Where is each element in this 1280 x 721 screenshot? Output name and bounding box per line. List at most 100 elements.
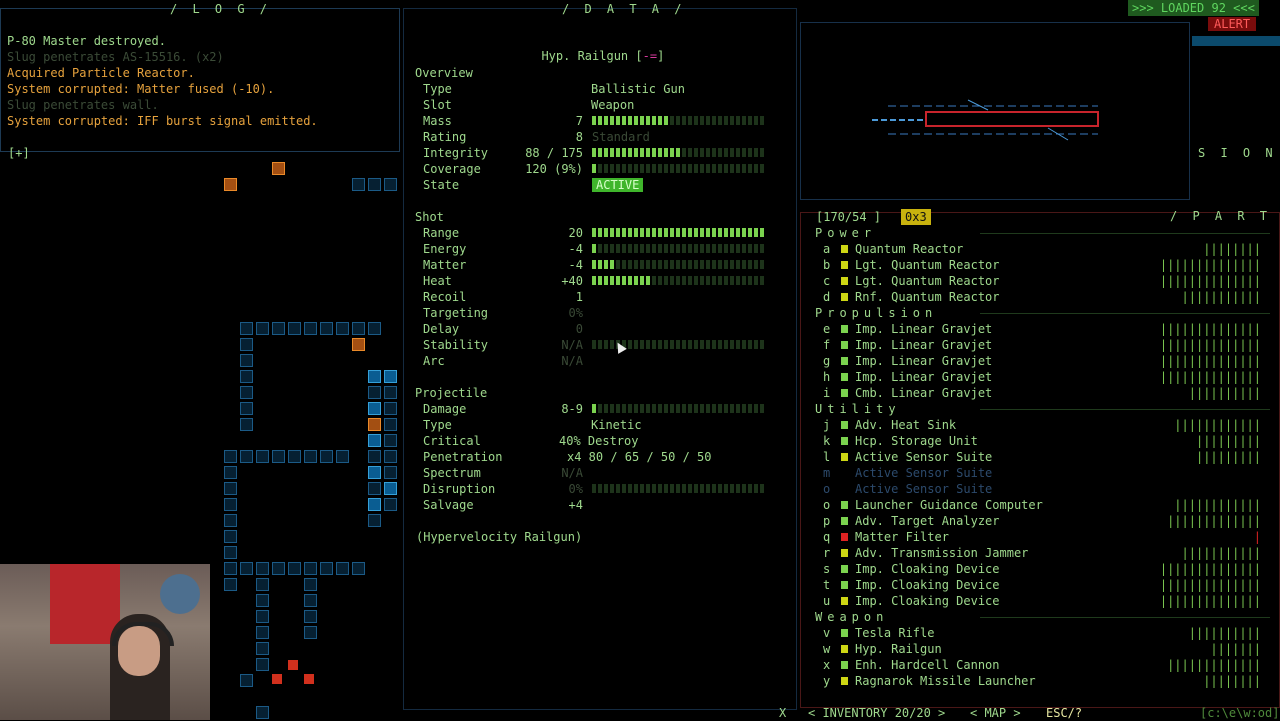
part-key: o: [823, 482, 831, 496]
part-integrity-ticks: |||||||||: [1195, 450, 1261, 464]
part-item[interactable]: l Active Sensor Suite |||||||||: [815, 449, 1265, 465]
bar-segment: [688, 164, 692, 173]
bar-segment: [700, 484, 704, 493]
bar-segment: [676, 340, 680, 349]
part-item[interactable]: t Imp. Cloaking Device ||||||||||||||: [815, 577, 1265, 593]
part-item[interactable]: i Cmb. Linear Gravjet ||||||||||: [815, 385, 1265, 401]
bar-segment: [646, 484, 650, 493]
bar-segment: [664, 340, 668, 349]
critical-value: 40% Destroy: [559, 434, 639, 448]
bar-segment: [712, 260, 716, 269]
part-integrity-ticks: ||||||||||||||: [1159, 562, 1261, 576]
part-item[interactable]: b Lgt. Quantum Reactor ||||||||||||||: [815, 257, 1265, 273]
bar-segment: [694, 276, 698, 285]
loaded-indicator: >>> LOADED 92 <<<: [1128, 0, 1259, 16]
heat-bar: [592, 276, 768, 285]
map-tile: [240, 450, 253, 463]
part-item[interactable]: g Imp. Linear Gravjet ||||||||||||||: [815, 353, 1265, 369]
bar-segment: [682, 116, 686, 125]
map-tile: [304, 594, 317, 607]
enemy-robot-icon[interactable]: [288, 660, 298, 670]
part-status-icon: [841, 261, 848, 269]
part-item[interactable]: q Matter Filter |: [815, 529, 1265, 545]
part-item[interactable]: y Ragnarok Missile Launcher ||||||||: [815, 673, 1265, 689]
part-key: d: [823, 290, 831, 304]
part-item[interactable]: e Imp. Linear Gravjet ||||||||||||||: [815, 321, 1265, 337]
part-key: q: [823, 530, 831, 544]
part-item[interactable]: m Active Sensor Suite: [815, 465, 1265, 481]
map-tab[interactable]: < MAP >: [970, 705, 1021, 721]
part-key: w: [823, 642, 831, 656]
part-item[interactable]: v Tesla Rifle ||||||||||: [815, 625, 1265, 641]
map-tile: [224, 482, 237, 495]
bar-segment: [730, 244, 734, 253]
bar-segment: [712, 276, 716, 285]
bar-segment: [616, 404, 620, 413]
enemy-robot-icon[interactable]: [304, 674, 314, 684]
proj-type-label: Type: [423, 418, 452, 432]
map-tile: [288, 562, 301, 575]
bar-segment: [604, 228, 608, 237]
part-status-icon: [841, 501, 848, 509]
part-item[interactable]: r Adv. Transmission Jammer |||||||||||: [815, 545, 1265, 561]
bar-segment: [598, 164, 602, 173]
bar-segment: [646, 244, 650, 253]
map-tile: [384, 466, 397, 479]
part-item[interactable]: x Enh. Hardcell Cannon |||||||||||||: [815, 657, 1265, 673]
bar-segment: [688, 484, 692, 493]
map-tile: [256, 642, 269, 655]
part-item[interactable]: o Launcher Guidance Computer ||||||||||||: [815, 497, 1265, 513]
bar-segment: [634, 340, 638, 349]
part-item[interactable]: f Imp. Linear Gravjet ||||||||||||||: [815, 337, 1265, 353]
part-integrity-ticks: ||||||||||||||: [1159, 258, 1261, 272]
part-integrity-ticks: ||||||||||||: [1174, 498, 1261, 512]
part-key: m: [823, 466, 831, 480]
bar-segment: [658, 244, 662, 253]
map-tile: [336, 562, 349, 575]
part-status-icon: [841, 661, 848, 669]
part-item[interactable]: s Imp. Cloaking Device ||||||||||||||: [815, 561, 1265, 577]
map-tile: [288, 450, 301, 463]
part-item[interactable]: u Imp. Cloaking Device ||||||||||||||: [815, 593, 1265, 609]
bar-segment: [712, 404, 716, 413]
part-status-icon: [841, 533, 848, 541]
bar-segment: [592, 228, 596, 237]
part-status-icon: [841, 629, 848, 637]
part-key: h: [823, 370, 831, 384]
part-item[interactable]: w Hyp. Railgun |||||||: [815, 641, 1265, 657]
bar-segment: [700, 244, 704, 253]
part-key: r: [823, 546, 831, 560]
part-item[interactable]: k Hcp. Storage Unit |||||||||: [815, 433, 1265, 449]
part-key: a: [823, 242, 831, 256]
enemy-robot-icon[interactable]: [272, 674, 282, 684]
close-button[interactable]: X: [779, 705, 786, 721]
part-item[interactable]: o Active Sensor Suite: [815, 481, 1265, 497]
bar-segment: [640, 116, 644, 125]
bar-segment: [658, 228, 662, 237]
inventory-tab[interactable]: < INVENTORY 20/20 >: [808, 705, 945, 721]
bar-segment: [760, 164, 764, 173]
part-key: e: [823, 322, 831, 336]
parts-title: / P A R T S /: [1170, 209, 1272, 223]
esc-help-button[interactable]: ESC/?: [1046, 705, 1082, 721]
part-item[interactable]: c Lgt. Quantum Reactor ||||||||||||||: [815, 273, 1265, 289]
alert-badge[interactable]: ALERT: [1208, 17, 1257, 31]
bar-segment: [700, 260, 704, 269]
bar-segment: [652, 276, 656, 285]
log-expand-button[interactable]: [+]: [8, 145, 30, 161]
type-label: Type: [423, 82, 452, 96]
map-tile: [352, 338, 365, 351]
part-key: v: [823, 626, 831, 640]
bar-segment: [622, 276, 626, 285]
section-projectile: Projectile: [415, 386, 488, 400]
part-item[interactable]: j Adv. Heat Sink ||||||||||||: [815, 417, 1265, 433]
part-item[interactable]: d Rnf. Quantum Reactor |||||||||||: [815, 289, 1265, 305]
part-item[interactable]: a Quantum Reactor ||||||||: [815, 241, 1265, 257]
part-item[interactable]: h Imp. Linear Gravjet ||||||||||||||: [815, 369, 1265, 385]
bar-segment: [670, 116, 674, 125]
bar-segment: [748, 340, 752, 349]
bar-segment: [604, 484, 608, 493]
bar-segment: [724, 484, 728, 493]
part-item[interactable]: p Adv. Target Analyzer |||||||||||||: [815, 513, 1265, 529]
part-key: o: [823, 498, 831, 512]
